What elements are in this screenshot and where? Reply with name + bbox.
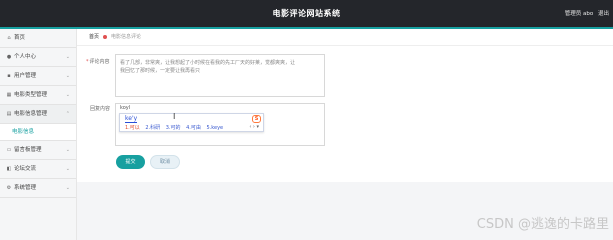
ime-candidate[interactable]: 2.科研 xyxy=(145,125,160,131)
chevron-down-icon: ⌄ xyxy=(65,92,70,98)
sidebar-item-message-board[interactable]: ▭ 留言板管理 ⌄ xyxy=(0,141,76,160)
grid-icon: ▦ xyxy=(6,92,12,98)
breadcrumb-current: 电影信息评论 xyxy=(111,34,142,40)
user-area: 管理员 abo 退出 xyxy=(562,9,609,17)
sidebar-item-system-management[interactable]: ⚙ 系统管理 ⌄ xyxy=(0,179,76,198)
csdn-watermark: CSDN @逃逸的卡路里 xyxy=(476,217,609,232)
sidebar: ⌂ 首页 ● 个人中心 ⌄ ▪ 用户管理 ⌄ ▦ 电影类型管理 ⌄ ▤ 电影信息管理 ⌃ … xyxy=(0,29,77,240)
sidebar-item-label: 用户管理 xyxy=(14,73,37,79)
review-content-textarea[interactable]: 看了几部，非常爽，让我想起了小时候在看我的先工厂天的好莱，觉都爽爽，让我回忆了那… xyxy=(115,54,325,97)
sidebar-item-label: 个人中心 xyxy=(14,54,37,60)
ime-candidate[interactable]: 1.可以 xyxy=(125,125,140,131)
review-content-label: *评论内容 xyxy=(86,59,110,65)
chevron-down-icon: ⌄ xyxy=(65,185,70,191)
sidebar-item-personal-center[interactable]: ● 个人中心 ⌄ xyxy=(0,48,76,67)
review-content-text: 看了几部，非常爽，让我想起了小时候在看我的先工厂天的好莱，觉都爽爽，让我回忆了那… xyxy=(120,60,296,74)
reply-typed-text: koyl xyxy=(120,105,131,111)
sidebar-item-movie-info-management[interactable]: ▤ 电影信息管理 ⌃ xyxy=(0,105,76,124)
breadcrumb-separator-dot xyxy=(103,34,108,39)
sogou-ime-logo-icon: S xyxy=(252,115,261,123)
sidebar-item-forum[interactable]: ◧ 论坛交流 ⌄ xyxy=(0,160,76,179)
ime-candidate-popup: ke'y S 1.可以 2.科研 3.可的 4.可由 5.keye ‹ › ▾ xyxy=(119,113,264,132)
chevron-down-icon: ⌄ xyxy=(65,73,70,79)
sidebar-item-movie-type-management[interactable]: ▦ 电影类型管理 ⌄ xyxy=(0,86,76,105)
breadcrumb-home[interactable]: 首页 xyxy=(89,34,99,40)
sidebar-item-label: 留言板管理 xyxy=(14,147,42,153)
cancel-button[interactable]: 取消 xyxy=(150,155,180,169)
users-icon: ▪ xyxy=(7,73,11,79)
chevron-down-icon: ⌄ xyxy=(65,54,70,60)
sidebar-item-label: 电影类型管理 xyxy=(14,92,48,98)
breadcrumb: 首页 电影信息评论 xyxy=(77,29,613,46)
text-cursor-icon: I xyxy=(173,112,176,121)
ime-candidate[interactable]: 5.keye xyxy=(207,125,224,131)
forum-icon: ◧ xyxy=(6,166,12,172)
film-icon: ▤ xyxy=(6,111,12,117)
sidebar-item-label: 系统管理 xyxy=(14,185,37,191)
chevron-up-icon: ⌃ xyxy=(65,111,70,117)
ime-candidate[interactable]: 4.可由 xyxy=(186,125,201,131)
ime-pinyin-input: ke'y xyxy=(125,115,138,123)
admin-role-label: 管理员 abo xyxy=(564,11,594,17)
logout-link[interactable]: 退出 xyxy=(598,11,609,17)
chevron-down-icon: ⌄ xyxy=(65,166,70,172)
sidebar-item-label: 电影信息管理 xyxy=(14,111,48,117)
home-icon: ⌂ xyxy=(7,35,11,41)
sidebar-item-home[interactable]: ⌂ 首页 xyxy=(0,29,76,48)
chevron-down-icon: ⌄ xyxy=(65,147,70,153)
ime-candidate[interactable]: 3.可的 xyxy=(166,125,181,131)
ime-candidate-list: 1.可以 2.科研 3.可的 4.可由 5.keye xyxy=(125,124,227,131)
message-icon: ▭ xyxy=(6,147,12,153)
sidebar-item-label: 论坛交流 xyxy=(14,166,37,172)
top-bar: 电影评论网站系统 管理员 abo 退出 xyxy=(0,0,613,27)
user-icon: ● xyxy=(6,54,12,60)
submit-button[interactable]: 提交 xyxy=(116,155,145,169)
settings-icon: ⚙ xyxy=(6,185,12,191)
app-title: 电影评论网站系统 xyxy=(272,9,341,18)
ime-page-nav-icon[interactable]: ‹ › ▾ xyxy=(249,124,259,130)
reply-content-textarea[interactable]: koyl ke'y S 1.可以 2.科研 3.可的 4.可由 5.keye ‹… xyxy=(115,103,325,146)
sidebar-item-label: 首页 xyxy=(14,35,26,41)
sidebar-item-user-management[interactable]: ▪ 用户管理 ⌄ xyxy=(0,67,76,86)
sidebar-subitem-movie-info[interactable]: 电影信息 xyxy=(0,124,76,141)
reply-content-label: 回复内容 xyxy=(90,106,111,112)
